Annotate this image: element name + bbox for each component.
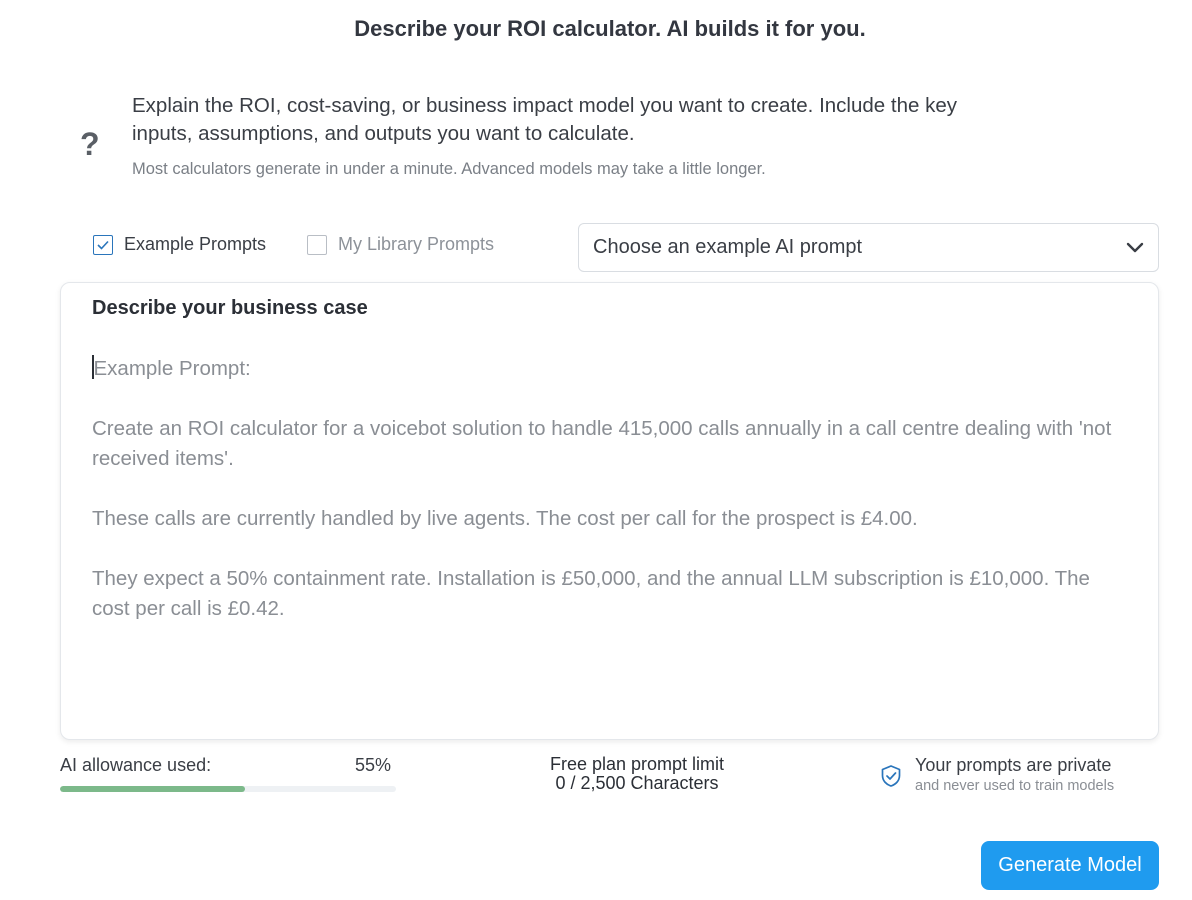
allowance-progress-bar: [60, 786, 396, 792]
example-prompt-select-value: Choose an example AI prompt: [593, 236, 863, 258]
library-prompts-option[interactable]: My Library Prompts: [307, 234, 494, 255]
example-prompt-select[interactable]: Choose an example AI prompt: [578, 223, 1159, 272]
privacy-subtitle: and never used to train models: [915, 778, 1115, 794]
placeholder-paragraph: Example Prompt:: [92, 354, 1132, 384]
business-case-title: Describe your business case: [92, 297, 368, 319]
placeholder-paragraph: These calls are currently handled by liv…: [92, 507, 918, 530]
business-case-placeholder: Example Prompt: Create an ROI calculator…: [92, 354, 1132, 654]
intro-description: Explain the ROI, cost-saving, or busines…: [132, 94, 957, 145]
shield-check-icon: [881, 765, 901, 787]
allowance-label: AI allowance used:: [60, 755, 212, 775]
intro-note: Most calculators generate in under a min…: [132, 160, 766, 178]
checkmark-icon: [97, 240, 109, 250]
page-title: Describe your ROI calculator. AI builds …: [354, 16, 866, 41]
allowance-value: 55%: [355, 755, 392, 775]
placeholder-paragraph-text: Example Prompt:: [93, 357, 251, 380]
placeholder-paragraph: Create an ROI calculator for a voicebot …: [92, 417, 1112, 470]
example-prompts-option[interactable]: Example Prompts: [93, 234, 266, 255]
prompt-limit-count: 0 / 2,500 Characters: [555, 773, 719, 793]
business-case-textarea[interactable]: Describe your business case Example Prom…: [60, 282, 1159, 740]
chevron-down-icon: [1126, 242, 1144, 252]
allowance-progress-fill: [60, 786, 245, 792]
privacy-title: Your prompts are private: [915, 755, 1112, 775]
prompt-limit-title: Free plan prompt limit: [549, 754, 725, 774]
page: Describe your ROI calculator. AI builds …: [0, 0, 1192, 900]
library-prompts-label: My Library Prompts: [338, 234, 495, 254]
example-prompts-checkbox[interactable]: [93, 234, 113, 255]
question-mark-icon: ?: [80, 126, 100, 162]
example-prompts-label: Example Prompts: [124, 234, 267, 254]
placeholder-paragraph: They expect a 50% containment rate. Inst…: [92, 567, 1090, 620]
generate-model-button[interactable]: Generate Model: [981, 841, 1159, 890]
prompt-limit: Free plan prompt limit 0 / 2,500 Charact…: [512, 755, 762, 793]
library-prompts-checkbox[interactable]: [307, 234, 327, 255]
